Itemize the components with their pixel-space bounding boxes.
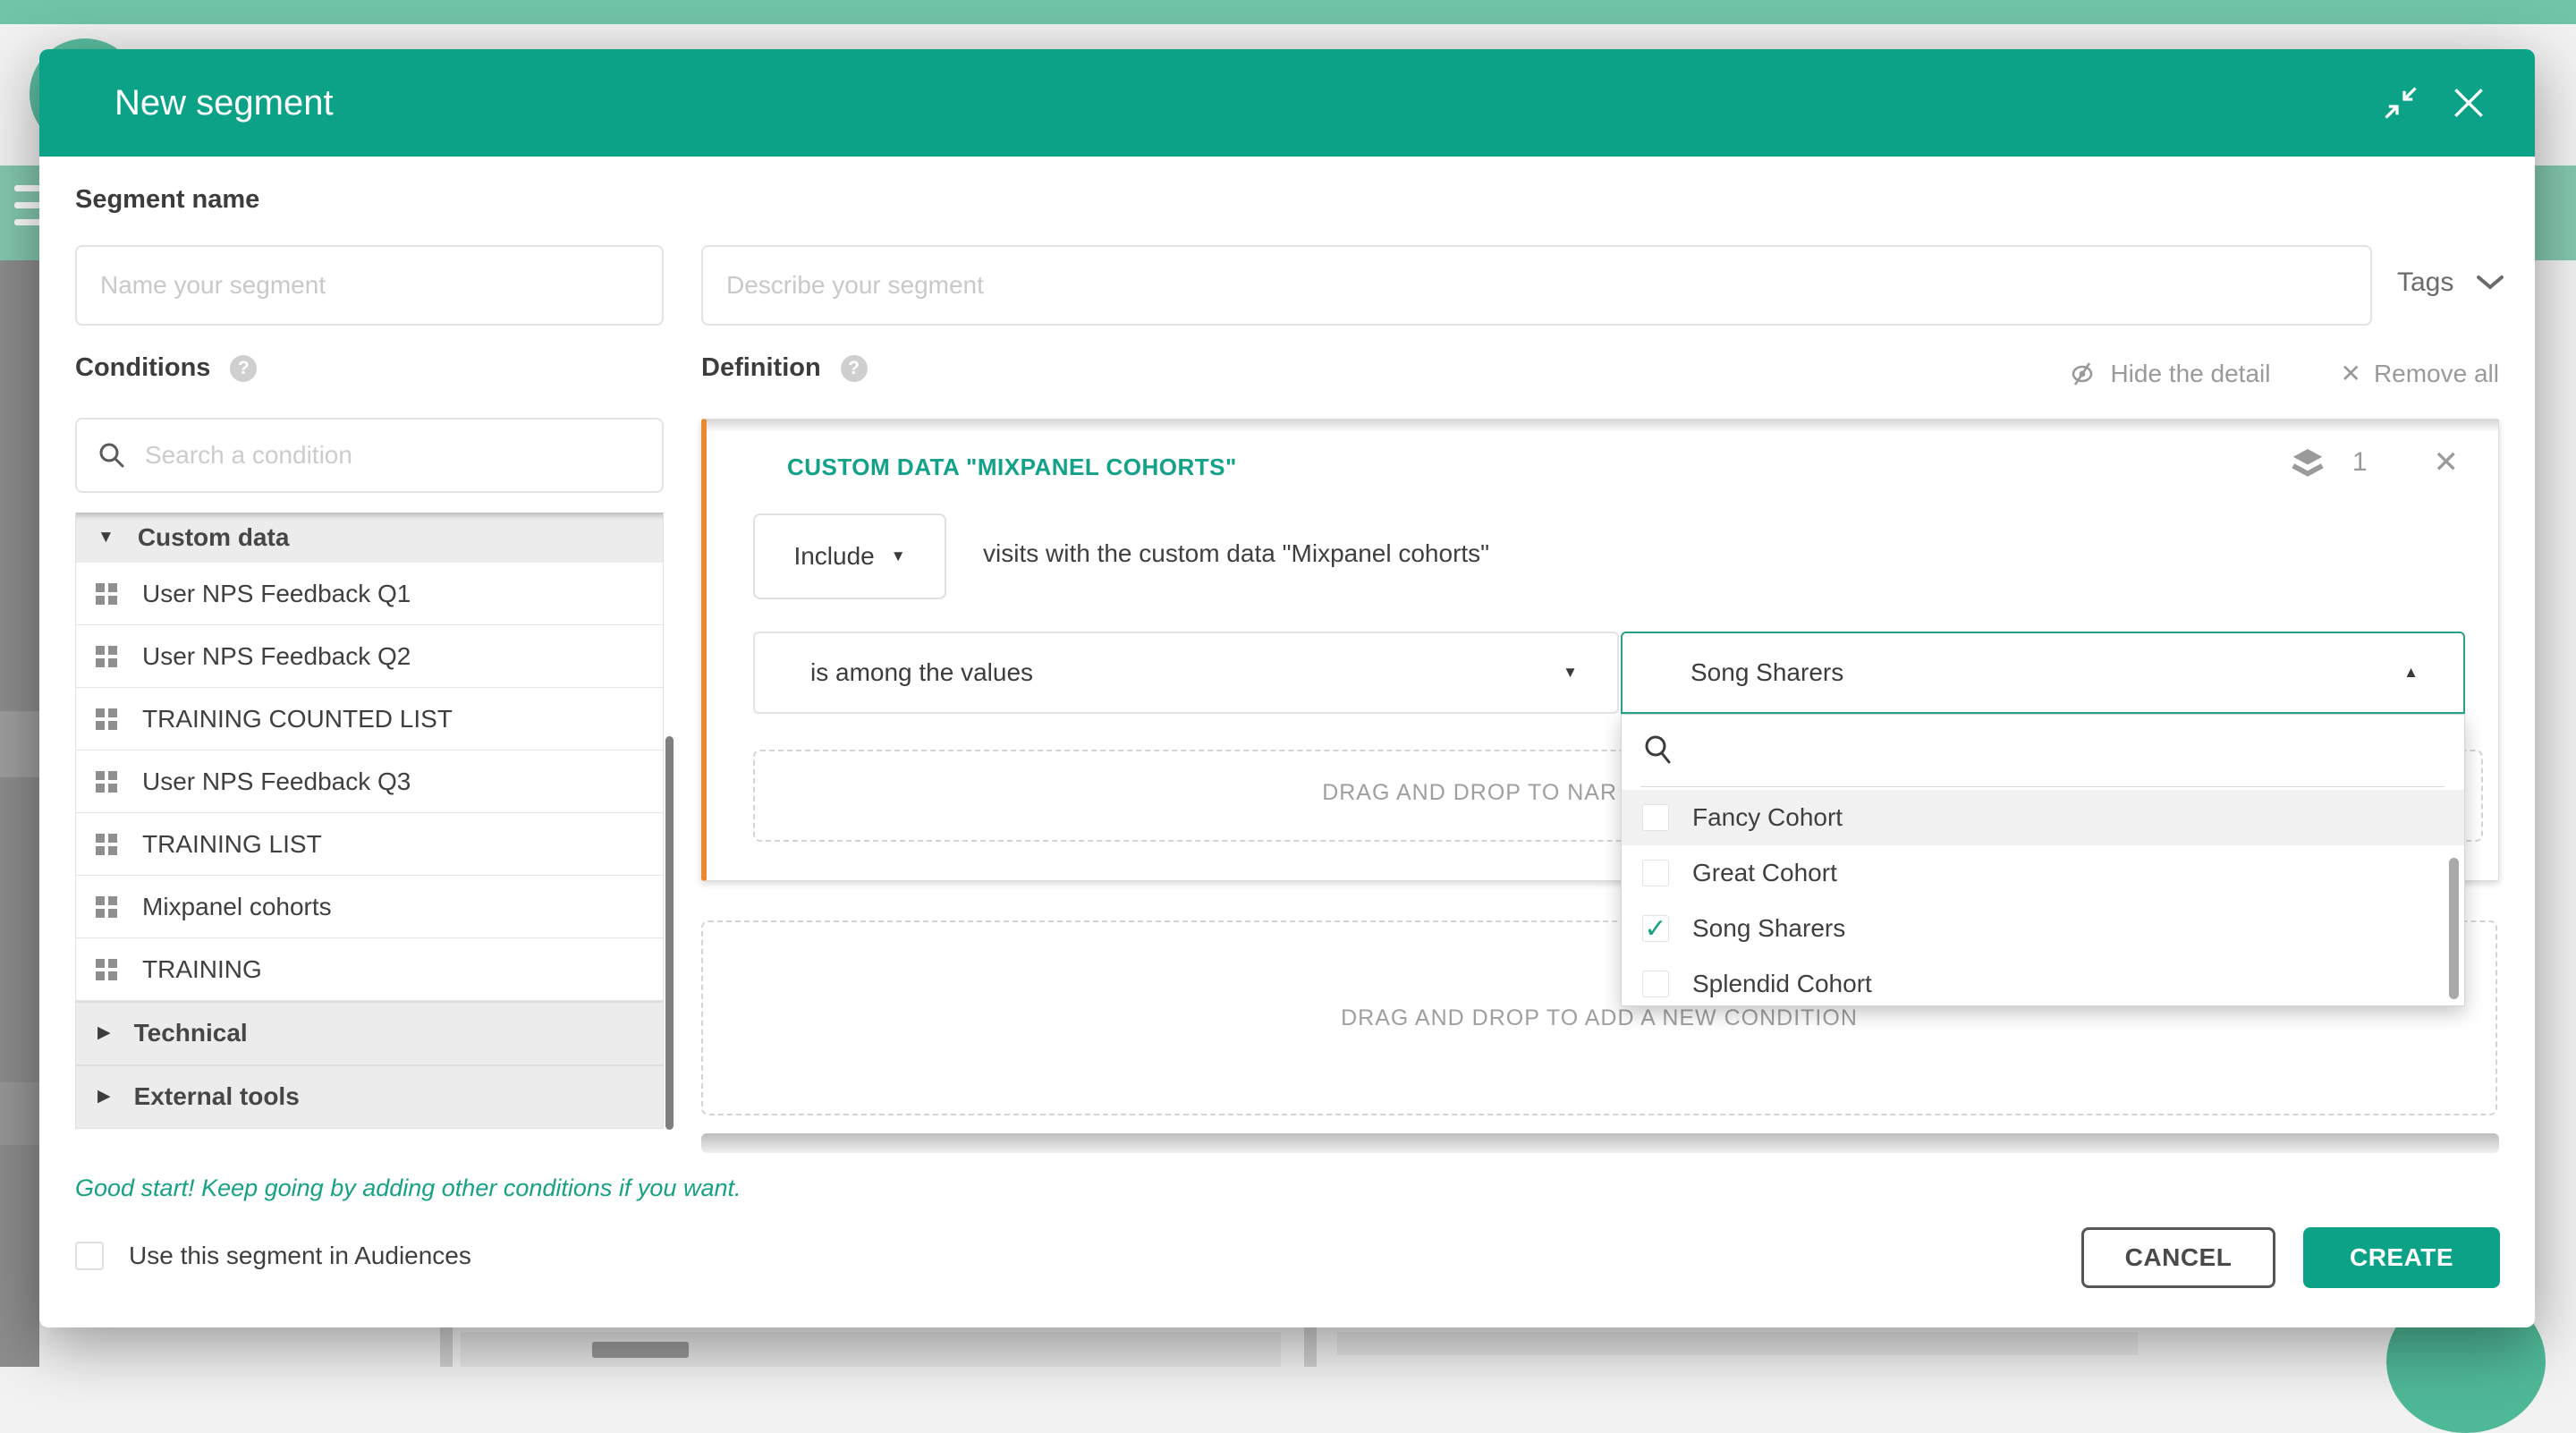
drag-handle-icon [96, 646, 117, 667]
conditions-list: ▼ Custom data User NPS Feedback Q1 User … [75, 513, 664, 1129]
new-segment-modal: New segment Segment name Tags Conditions… [39, 49, 2535, 1327]
segment-name-label: Segment name [75, 185, 259, 215]
progress-hint: Good start! Keep going by adding other c… [75, 1174, 741, 1202]
eye-slash-icon [2067, 360, 2097, 387]
cohort-dropdown-panel: Fancy Cohort Great Cohort ✓ Song Sharers… [1621, 714, 2465, 1006]
caret-down-icon: ▼ [891, 547, 906, 565]
condition-group-technical[interactable]: ▶ Technical [76, 1001, 663, 1064]
layers-icon [2290, 445, 2326, 480]
definition-help-icon[interactable]: ? [841, 355, 868, 382]
triangle-expanded-icon: ▼ [97, 528, 114, 547]
condition-item[interactable]: TRAINING COUNTED LIST [76, 688, 663, 750]
remove-all-label: Remove all [2374, 360, 2499, 388]
background-card-tab [592, 1342, 689, 1358]
cohort-value-dropdown[interactable]: Song Sharers ▲ [1621, 632, 2465, 714]
drag-handle-icon [96, 771, 117, 793]
cancel-button[interactable]: CANCEL [2081, 1227, 2275, 1288]
background-sidebar [0, 260, 39, 1367]
tags-label: Tags [2397, 267, 2453, 298]
checkbox-unchecked[interactable] [1642, 971, 1669, 997]
remove-condition-icon[interactable]: ✕ [2434, 445, 2460, 480]
condition-card: CUSTOM DATA "MIXPANEL COHORTS" 1 ✕ Inclu… [701, 419, 2499, 881]
condition-card-title: CUSTOM DATA "MIXPANEL COHORTS" [787, 454, 1237, 481]
cohort-option[interactable]: Great Cohort [1622, 845, 2464, 901]
triangle-collapsed-icon: ▶ [97, 1086, 111, 1107]
modal-header: New segment [39, 49, 2535, 157]
conditions-label: Conditions [75, 353, 210, 383]
definition-label: Definition [701, 353, 821, 383]
condition-group-custom-data[interactable]: ▼ Custom data [76, 513, 663, 563]
condition-item[interactable]: User NPS Feedback Q1 [76, 563, 663, 625]
tags-dropdown[interactable]: Tags [2397, 267, 2505, 298]
hide-detail-label: Hide the detail [2110, 360, 2270, 388]
background-sidebar-item [0, 711, 39, 777]
dropdown-scrollbar[interactable] [2449, 858, 2459, 999]
dropzone-hint: DRAG AND DROP TO NAR [1322, 780, 1617, 806]
search-icon [1642, 733, 1674, 767]
divider [1640, 786, 2445, 787]
cohort-option[interactable]: ✓ Song Sharers [1622, 901, 2464, 956]
checkbox-unchecked[interactable] [1642, 860, 1669, 886]
segment-name-input[interactable] [75, 245, 664, 326]
condition-search-box[interactable] [75, 418, 664, 493]
modal-title: New segment [114, 83, 334, 123]
cohort-option[interactable]: Fancy Cohort [1622, 790, 2464, 845]
background-divider [440, 1327, 453, 1367]
dropzone-hint: DRAG AND DROP TO ADD A NEW CONDITION [1341, 1005, 1858, 1031]
create-button[interactable]: CREATE [2303, 1227, 2500, 1288]
search-icon [97, 440, 127, 471]
condition-item[interactable]: User NPS Feedback Q2 [76, 625, 663, 688]
caret-up-icon: ▲ [2403, 664, 2419, 682]
drag-handle-icon [96, 708, 117, 730]
close-modal-icon[interactable] [2449, 83, 2488, 123]
operator-dropdown[interactable]: is among the values ▼ [753, 632, 1619, 714]
condition-search-input[interactable] [145, 441, 642, 470]
conditions-help-icon[interactable]: ? [230, 355, 257, 382]
remove-all-x-icon: ✕ [2340, 359, 2360, 388]
conditions-scrollbar[interactable] [665, 736, 674, 1130]
condition-item[interactable]: User NPS Feedback Q3 [76, 750, 663, 813]
condition-group-external-tools[interactable]: ▶ External tools [76, 1064, 663, 1128]
condition-item[interactable]: TRAINING [76, 938, 663, 1001]
include-dropdown[interactable]: Include ▼ [753, 513, 946, 599]
audiences-checkbox[interactable] [75, 1242, 104, 1270]
drag-handle-icon [96, 834, 117, 855]
layer-count: 1 [2352, 447, 2368, 478]
background-divider [1304, 1327, 1317, 1367]
caret-down-icon: ▼ [1563, 664, 1578, 682]
checkbox-checked[interactable]: ✓ [1642, 915, 1669, 942]
drag-handle-icon [96, 896, 117, 918]
audiences-checkbox-label: Use this segment in Audiences [129, 1242, 471, 1270]
cohort-option[interactable]: Splendid Cohort [1622, 956, 2464, 1006]
condition-item[interactable]: Mixpanel cohorts [76, 876, 663, 938]
hide-detail-button[interactable]: Hide the detail [2067, 360, 2270, 388]
page-top-strip [0, 0, 2576, 24]
background-card-header [461, 1332, 1281, 1367]
background-sidebar-item [0, 1082, 39, 1145]
drag-handle-icon [96, 583, 117, 605]
drag-handle-icon [96, 959, 117, 980]
background-card-header [1337, 1332, 2138, 1355]
checkbox-unchecked[interactable] [1642, 804, 1669, 831]
segment-description-input[interactable] [701, 245, 2372, 326]
condition-item[interactable]: TRAINING LIST [76, 813, 663, 876]
triangle-collapsed-icon: ▶ [97, 1022, 111, 1043]
remove-all-button[interactable]: ✕ Remove all [2340, 359, 2499, 388]
chevron-down-icon [2475, 274, 2505, 292]
collapse-modal-icon[interactable] [2381, 83, 2420, 123]
horizontal-scrollbar[interactable] [701, 1133, 2499, 1153]
condition-description: visits with the custom data "Mixpanel co… [983, 539, 1489, 568]
